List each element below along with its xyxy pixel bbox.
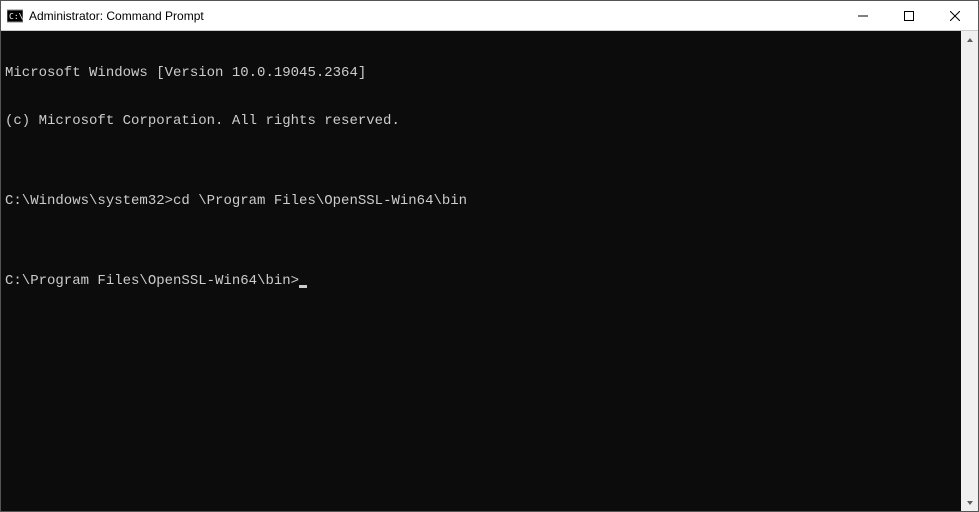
titlebar[interactable]: C:\ Administrator: Command Prompt: [1, 1, 978, 31]
window-title: Administrator: Command Prompt: [29, 9, 840, 23]
close-button[interactable]: [932, 1, 978, 30]
scroll-up-button[interactable]: [961, 31, 978, 48]
command-prompt-window: C:\ Administrator: Command Prompt Micros…: [0, 0, 979, 512]
prompt: C:\Windows\system32>: [5, 193, 173, 209]
maximize-button[interactable]: [886, 1, 932, 30]
window-controls: [840, 1, 978, 30]
scroll-track[interactable]: [961, 48, 978, 494]
svg-text:C:\: C:\: [9, 12, 23, 21]
terminal-current-prompt: C:\Program Files\OpenSSL-Win64\bin>: [5, 273, 957, 289]
cmd-icon: C:\: [7, 8, 23, 24]
scroll-down-button[interactable]: [961, 494, 978, 511]
terminal-line: Microsoft Windows [Version 10.0.19045.23…: [5, 65, 957, 81]
terminal-line: (c) Microsoft Corporation. All rights re…: [5, 113, 957, 129]
terminal[interactable]: Microsoft Windows [Version 10.0.19045.23…: [1, 31, 961, 511]
terminal-command-line: C:\Windows\system32>cd \Program Files\Op…: [5, 193, 957, 209]
content-area: Microsoft Windows [Version 10.0.19045.23…: [1, 31, 978, 511]
prompt: C:\Program Files\OpenSSL-Win64\bin>: [5, 273, 299, 289]
minimize-button[interactable]: [840, 1, 886, 30]
vertical-scrollbar[interactable]: [961, 31, 978, 511]
cursor: [299, 285, 307, 288]
command-text: cd \Program Files\OpenSSL-Win64\bin: [173, 193, 467, 209]
